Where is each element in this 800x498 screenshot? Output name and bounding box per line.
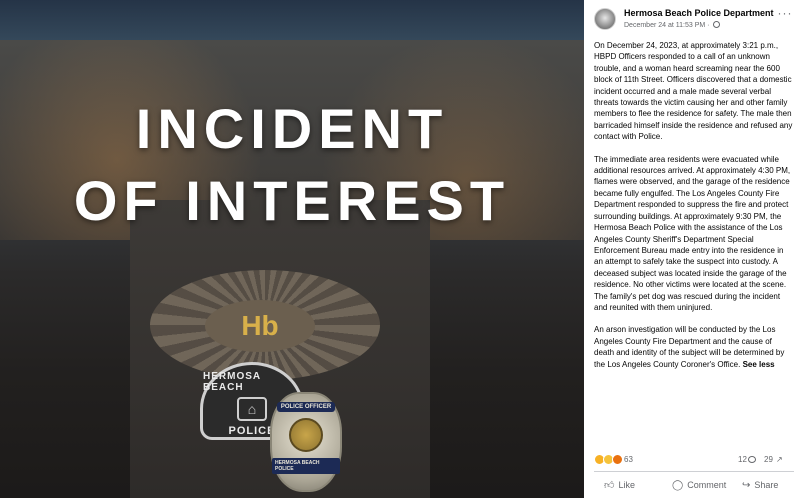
post-panel: Hermosa Beach Police Department December… <box>584 0 800 498</box>
comments-count[interactable]: 12 <box>738 455 747 464</box>
plaza-logo: Hb <box>205 300 315 352</box>
post-image[interactable]: Hb INCIDENT OF INTEREST HERMOSA BEACH ⌂ … <box>0 0 584 498</box>
see-less-link[interactable]: See less <box>743 360 775 369</box>
comment-label: Comment <box>687 480 727 490</box>
divider <box>594 471 794 472</box>
share-arrow-icon: ↪ <box>742 479 751 491</box>
more-options-button[interactable]: ··· <box>776 7 794 22</box>
share-count-icon: ↗ <box>776 455 783 464</box>
angry-reaction-icon <box>612 454 624 465</box>
reaction-count[interactable]: 63 <box>624 455 633 464</box>
page-name-link[interactable]: Hermosa Beach Police Department <box>624 8 774 18</box>
badge-city: HERMOSA BEACH POLICE <box>272 458 340 474</box>
reactions-bar: 63 12 29 ↗ <box>594 454 794 466</box>
post-date[interactable]: December 24 at 11:53 PM <box>624 22 705 29</box>
like-label: Like <box>618 480 635 490</box>
post-paragraph: The immediate area residents were evacua… <box>594 154 791 312</box>
post-paragraph: On December 24, 2023, at approximately 3… <box>594 41 793 142</box>
action-bar: 👍︎ Like ◯ Comment ↪ Share <box>584 474 800 496</box>
patch-label: POLICE <box>228 425 276 437</box>
badge-banner: POLICE OFFICER <box>276 402 336 412</box>
patch-emblem-icon: ⌂ <box>237 397 267 421</box>
page-avatar[interactable] <box>594 8 616 30</box>
badge-seal-icon <box>289 418 323 452</box>
globe-icon <box>713 21 721 28</box>
post-paragraph-last: An arson investigation will be conducted… <box>594 324 794 370</box>
post-header: Hermosa Beach Police Department December… <box>584 0 800 36</box>
image-sky <box>0 0 584 40</box>
post-text: On December 24, 2023, at approximately 3… <box>594 40 794 381</box>
patch-title: HERMOSA BEACH <box>203 371 261 393</box>
headline-of-interest: OF INTEREST <box>73 169 511 232</box>
reaction-icons[interactable] <box>594 454 624 466</box>
like-button[interactable]: 👍︎ Like <box>604 474 635 496</box>
thumbs-up-icon: 👍︎ <box>604 480 615 491</box>
share-button[interactable]: ↪ Share <box>742 474 778 496</box>
comment-button[interactable]: ◯ Comment <box>672 474 726 496</box>
share-label: Share <box>754 480 779 490</box>
comment-bubble-icon: ◯ <box>672 479 684 491</box>
post-timestamp[interactable]: December 24 at 11:53 PM · <box>624 21 721 29</box>
shares-count[interactable]: 29 <box>764 455 773 464</box>
headline-incident: INCIDENT <box>135 97 449 160</box>
comment-count-icon <box>748 456 756 463</box>
police-badge-logo: POLICE OFFICER HERMOSA BEACH POLICE <box>270 392 342 492</box>
